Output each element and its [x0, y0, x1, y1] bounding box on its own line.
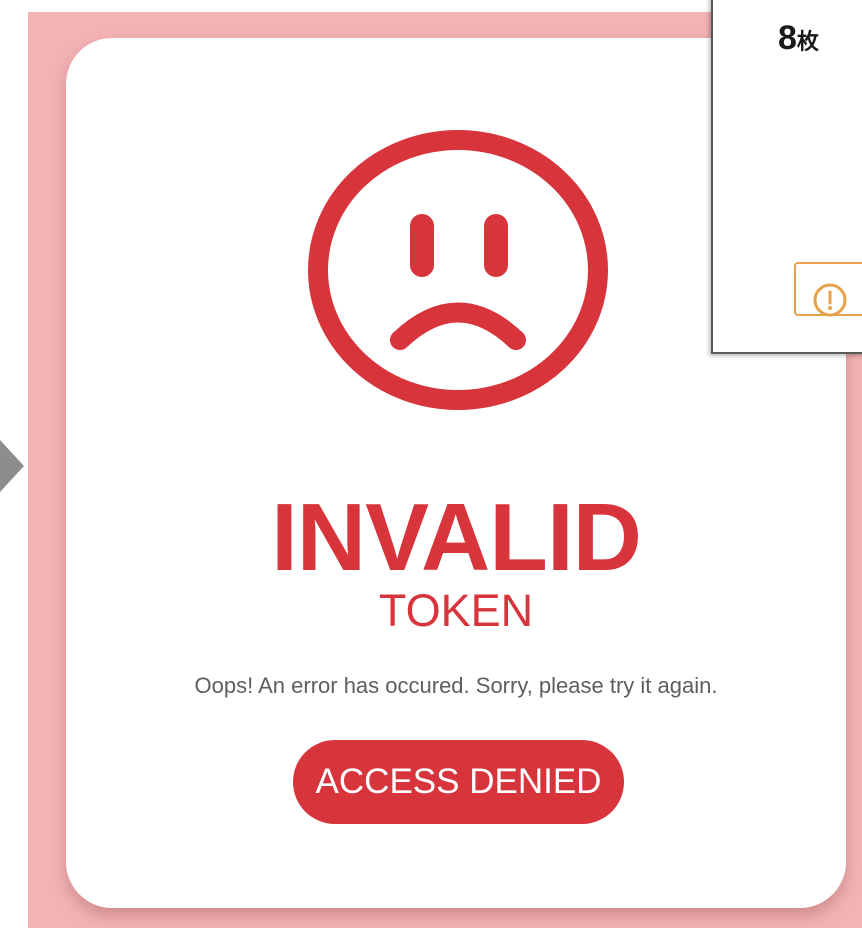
warning-icon	[813, 283, 847, 317]
arrow-right-icon[interactable]	[0, 440, 24, 492]
count-value: 8	[778, 19, 797, 57]
count-unit: 枚	[796, 29, 819, 54]
sad-face-icon	[308, 130, 608, 410]
count-label: 8枚	[778, 18, 819, 62]
access-denied-button[interactable]: ACCESS DENIED	[293, 740, 624, 824]
error-message: Oops! An error has occured. Sorry, pleas…	[194, 673, 718, 698]
error-title: INVALID	[271, 484, 642, 591]
sad-face-outline	[308, 130, 608, 410]
sad-face-mouth	[390, 302, 526, 350]
error-subtitle: TOKEN	[378, 585, 534, 636]
